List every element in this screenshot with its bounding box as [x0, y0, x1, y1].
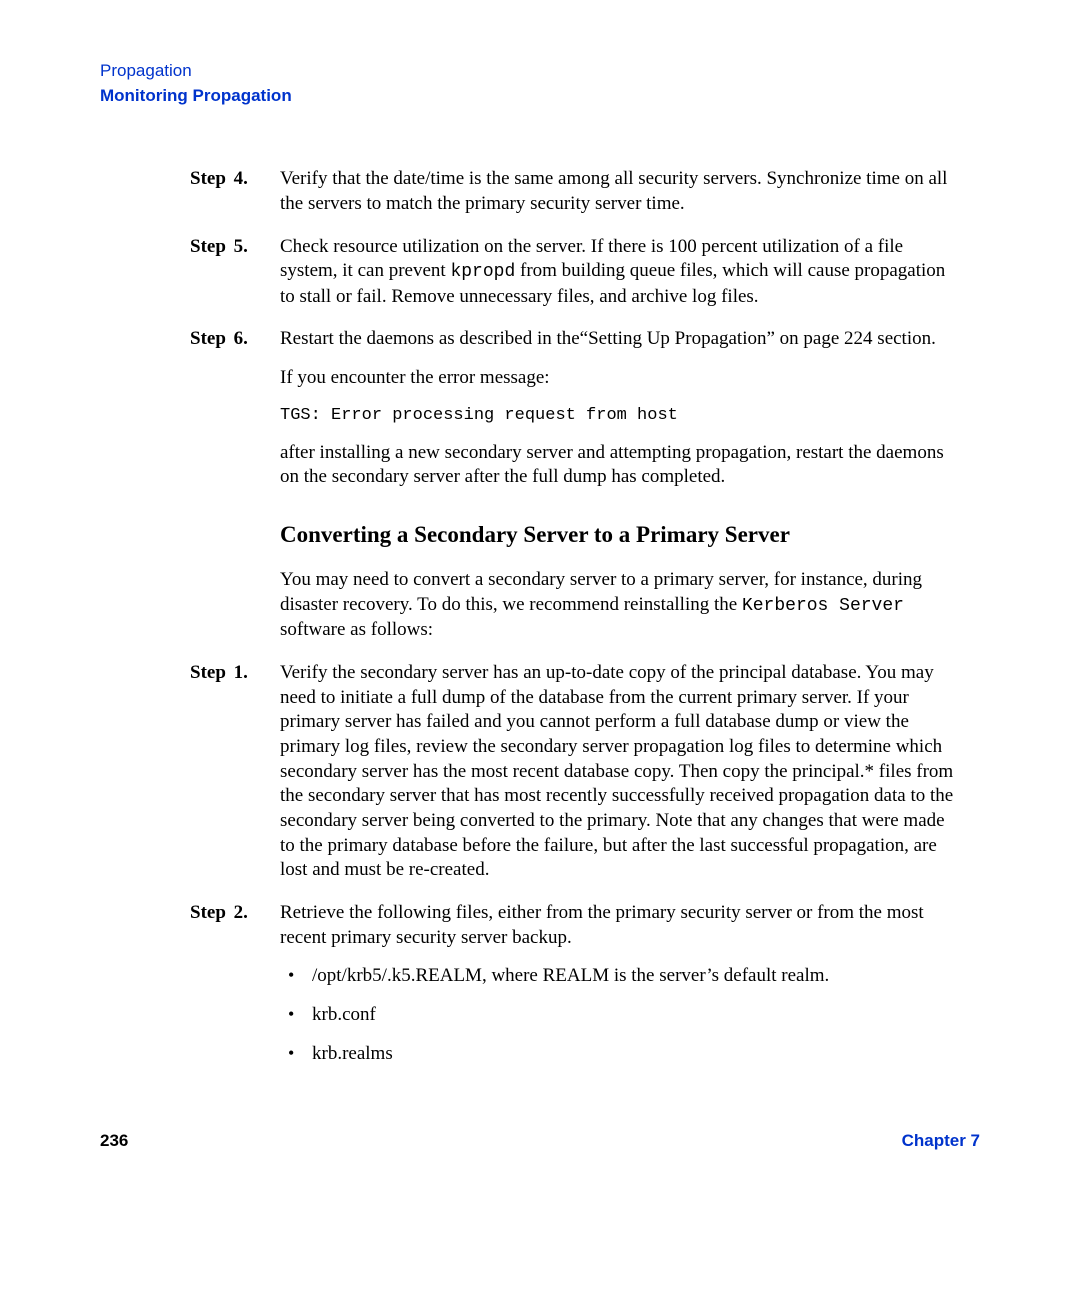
step-label: Step 5.	[190, 235, 280, 310]
paragraph: Verify that the date/time is the same am…	[280, 167, 960, 216]
header-category: Propagation	[100, 60, 980, 82]
step-block: Step 6.Restart the daemons as described …	[190, 327, 960, 490]
list-item: /opt/krb5/.k5.REALM, where REALM is the …	[280, 964, 960, 989]
step-body: Restart the daemons as described in the“…	[280, 327, 960, 490]
list-item: krb.realms	[280, 1042, 960, 1067]
paragraph: If you encounter the error message:	[280, 366, 960, 391]
section-heading: Converting a Secondary Server to a Prima…	[280, 520, 960, 550]
page-footer: 236 Chapter 7	[100, 1130, 980, 1152]
step-body: Retrieve the following files, either fro…	[280, 901, 960, 1080]
step-block: Step 5.Check resource utilization on the…	[190, 235, 960, 310]
page-number: 236	[100, 1130, 128, 1152]
paragraph: after installing a new secondary server …	[280, 441, 960, 490]
step-block: Step 4.Verify that the date/time is the …	[190, 167, 960, 216]
chapter-label: Chapter 7	[902, 1130, 980, 1152]
paragraph: Verify the secondary server has an up-to…	[280, 661, 960, 883]
step-label: Step 4.	[190, 167, 280, 216]
paragraph: Restart the daemons as described in the“…	[280, 327, 960, 352]
step-label: Step 2.	[190, 901, 280, 1080]
code-line: TGS: Error processing request from host	[280, 405, 960, 427]
page-content: Step 4.Verify that the date/time is the …	[190, 167, 960, 1080]
step-body: Verify the secondary server has an up-to…	[280, 661, 960, 883]
paragraph: Retrieve the following files, either fro…	[280, 901, 960, 950]
step-block: Step 2.Retrieve the following files, eit…	[190, 901, 960, 1080]
step-block: Step 1.Verify the secondary server has a…	[190, 661, 960, 883]
paragraph: Check resource utilization on the server…	[280, 235, 960, 310]
step-label: Step 6.	[190, 327, 280, 490]
step-body: Verify that the date/time is the same am…	[280, 167, 960, 216]
step-label: Step 1.	[190, 661, 280, 883]
header-subcategory: Monitoring Propagation	[100, 85, 980, 107]
page-header: Propagation Monitoring Propagation	[100, 60, 980, 107]
bullet-list: /opt/krb5/.k5.REALM, where REALM is the …	[280, 964, 960, 1066]
list-item: krb.conf	[280, 1003, 960, 1028]
step-body: Check resource utilization on the server…	[280, 235, 960, 310]
section-intro: You may need to convert a secondary serv…	[280, 568, 960, 643]
